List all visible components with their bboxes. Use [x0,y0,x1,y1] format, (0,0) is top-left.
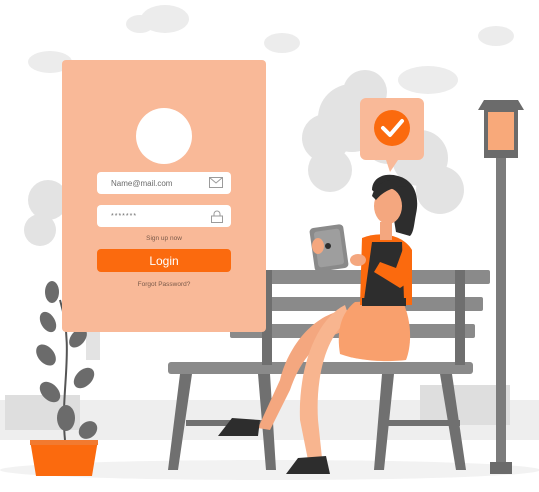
envelope-icon [209,177,223,188]
lock-icon [211,210,223,223]
password-value: ******* [111,212,138,220]
avatar-placeholder [136,108,192,164]
email-placeholder: Name@mail.com [111,178,173,188]
password-field[interactable]: ******* [97,205,231,227]
login-button[interactable]: Login [97,249,231,272]
login-card: Name@mail.com ******* Sign up now Login … [62,60,266,332]
forgot-password-link[interactable]: Forgot Password? [62,281,266,288]
email-field[interactable]: Name@mail.com [97,172,231,194]
signup-link[interactable]: Sign up now [62,235,266,242]
